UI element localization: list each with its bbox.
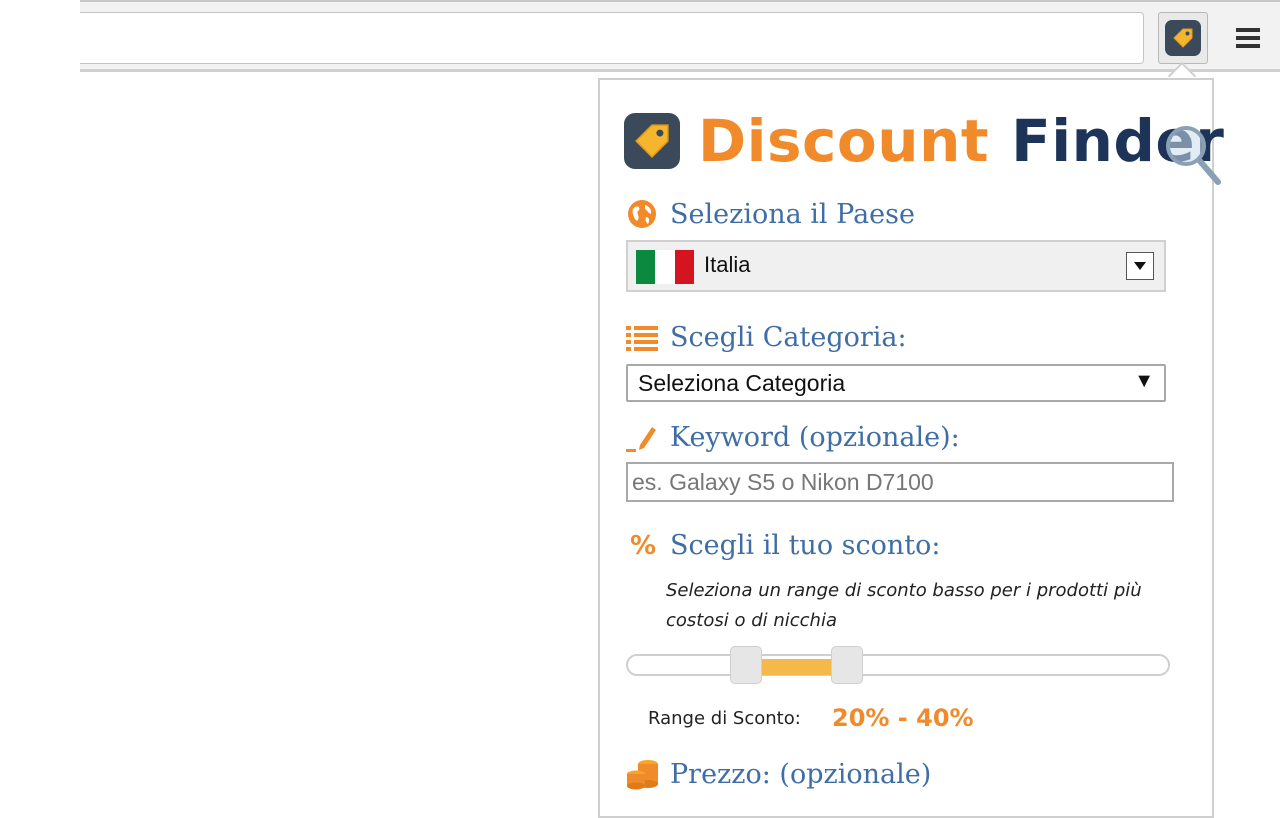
coins-icon — [626, 758, 660, 790]
category-label: Scegli Categoria: — [626, 322, 907, 353]
chevron-down-icon: ▼ — [1134, 370, 1154, 392]
chevron-down-icon[interactable] — [1126, 252, 1154, 280]
price-tag-icon — [1165, 20, 1201, 56]
hamburger-menu-icon[interactable] — [1230, 16, 1266, 60]
range-value: 20% - 40% — [832, 704, 974, 732]
country-label-text: Seleziona il Paese — [670, 198, 915, 230]
price-label: Prezzo: (opzionale) — [626, 758, 931, 790]
range-label: Range di Sconto: — [648, 708, 801, 729]
slider-min-handle[interactable] — [729, 646, 762, 684]
discount-hint: Seleziona un range di sconto basso per i… — [666, 580, 1142, 631]
discount-label: % Scegli il tuo sconto: — [626, 530, 941, 561]
keyword-input[interactable] — [626, 462, 1174, 502]
extension-popup: Discount Finder Seleziona il Paese Italia — [598, 78, 1224, 818]
slider-selected-range — [761, 659, 832, 675]
country-select[interactable]: Italia — [626, 240, 1166, 292]
category-label-text: Scegli Categoria: — [670, 322, 907, 353]
percent-icon: % — [630, 530, 657, 561]
discount-label-text: Scegli il tuo sconto: — [670, 530, 941, 561]
address-bar[interactable] — [80, 12, 1144, 64]
discount-range-slider[interactable] — [626, 646, 1170, 684]
slider-max-handle[interactable] — [831, 646, 864, 684]
list-icon — [626, 324, 660, 352]
keyword-label: Keyword (opzionale): — [626, 422, 960, 453]
logo: Discount Finder — [624, 106, 1224, 185]
keyword-label-text: Keyword (opzionale): — [670, 422, 960, 453]
pencil-icon — [626, 423, 660, 453]
italy-flag-icon — [636, 250, 694, 284]
logo-word-discount: Discount — [698, 107, 990, 175]
price-label-text: Prezzo: (opzionale) — [670, 758, 932, 790]
category-select[interactable]: Seleziona Categoria ▼ — [626, 364, 1166, 402]
browser-toolbar — [80, 0, 1280, 72]
country-label: Seleziona il Paese — [626, 198, 915, 230]
category-selected-value: Seleziona Categoria — [638, 370, 846, 396]
price-tag-icon — [624, 113, 680, 169]
logo-text: Discount Finder — [698, 112, 1224, 185]
country-selected-value: Italia — [704, 252, 751, 277]
discount-finder-extension-button[interactable] — [1158, 12, 1208, 64]
magnifier-icon — [1166, 126, 1222, 185]
globe-icon — [626, 198, 660, 230]
